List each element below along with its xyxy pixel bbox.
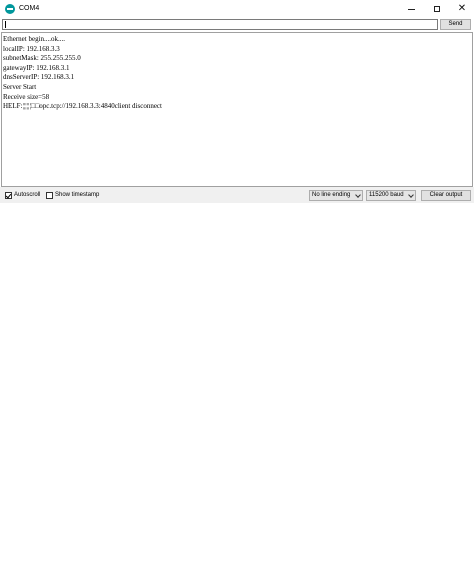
clear-output-button[interactable]: Clear output bbox=[421, 190, 471, 201]
output-line: localIP: 192.168.3.3 bbox=[3, 44, 60, 53]
chevron-down-icon bbox=[355, 192, 361, 198]
autoscroll-label[interactable]: Autoscroll bbox=[14, 191, 40, 200]
serial-input[interactable] bbox=[2, 19, 438, 30]
show-timestamp-label[interactable]: Show timestamp bbox=[55, 191, 99, 200]
serial-output[interactable]: Ethernet begin....ok.... localIP: 192.168… bbox=[1, 32, 473, 187]
send-button[interactable]: Send bbox=[440, 19, 471, 30]
input-row: Send bbox=[0, 18, 474, 32]
maximize-icon bbox=[434, 6, 440, 12]
close-icon: ✕ bbox=[457, 3, 467, 14]
maximize-button[interactable] bbox=[424, 0, 450, 18]
output-line: Server Start bbox=[3, 82, 37, 91]
text-caret bbox=[5, 21, 6, 28]
window-title: COM4 bbox=[19, 5, 40, 12]
output-line: HELF:¦¦¦¦¦¦□□opc.tcp://192.168.3.3:4840c… bbox=[3, 102, 162, 111]
output-line: Receive size=58 bbox=[3, 92, 50, 101]
arduino-icon bbox=[5, 4, 15, 14]
autoscroll-checkbox[interactable] bbox=[5, 192, 12, 199]
serial-monitor-window: COM4 ✕ Send Ethernet begin....ok.... loca… bbox=[0, 0, 474, 569]
line-ending-select[interactable]: No line ending bbox=[309, 190, 363, 201]
close-button[interactable]: ✕ bbox=[449, 0, 474, 18]
output-line: dnsServerIP: 192.168.3.1 bbox=[3, 73, 75, 82]
show-timestamp-checkbox[interactable] bbox=[46, 192, 53, 199]
chevron-down-icon bbox=[408, 192, 414, 198]
output-line: subnetMask: 255.255.255.0 bbox=[3, 54, 81, 63]
baud-rate-select[interactable]: 115200 baud bbox=[366, 190, 416, 201]
title-bar: COM4 ✕ bbox=[0, 0, 474, 18]
bottom-bar: Autoscroll Show timestamp No line ending… bbox=[0, 187, 474, 203]
output-line: Ethernet begin....ok.... bbox=[3, 35, 66, 43]
minimize-icon bbox=[407, 8, 415, 10]
minimize-button[interactable] bbox=[398, 0, 424, 18]
line-ending-value: No line ending bbox=[312, 192, 351, 198]
baud-rate-value: 115200 baud bbox=[369, 192, 404, 198]
output-line: gatewayIP: 192.168.3.1 bbox=[3, 63, 70, 72]
